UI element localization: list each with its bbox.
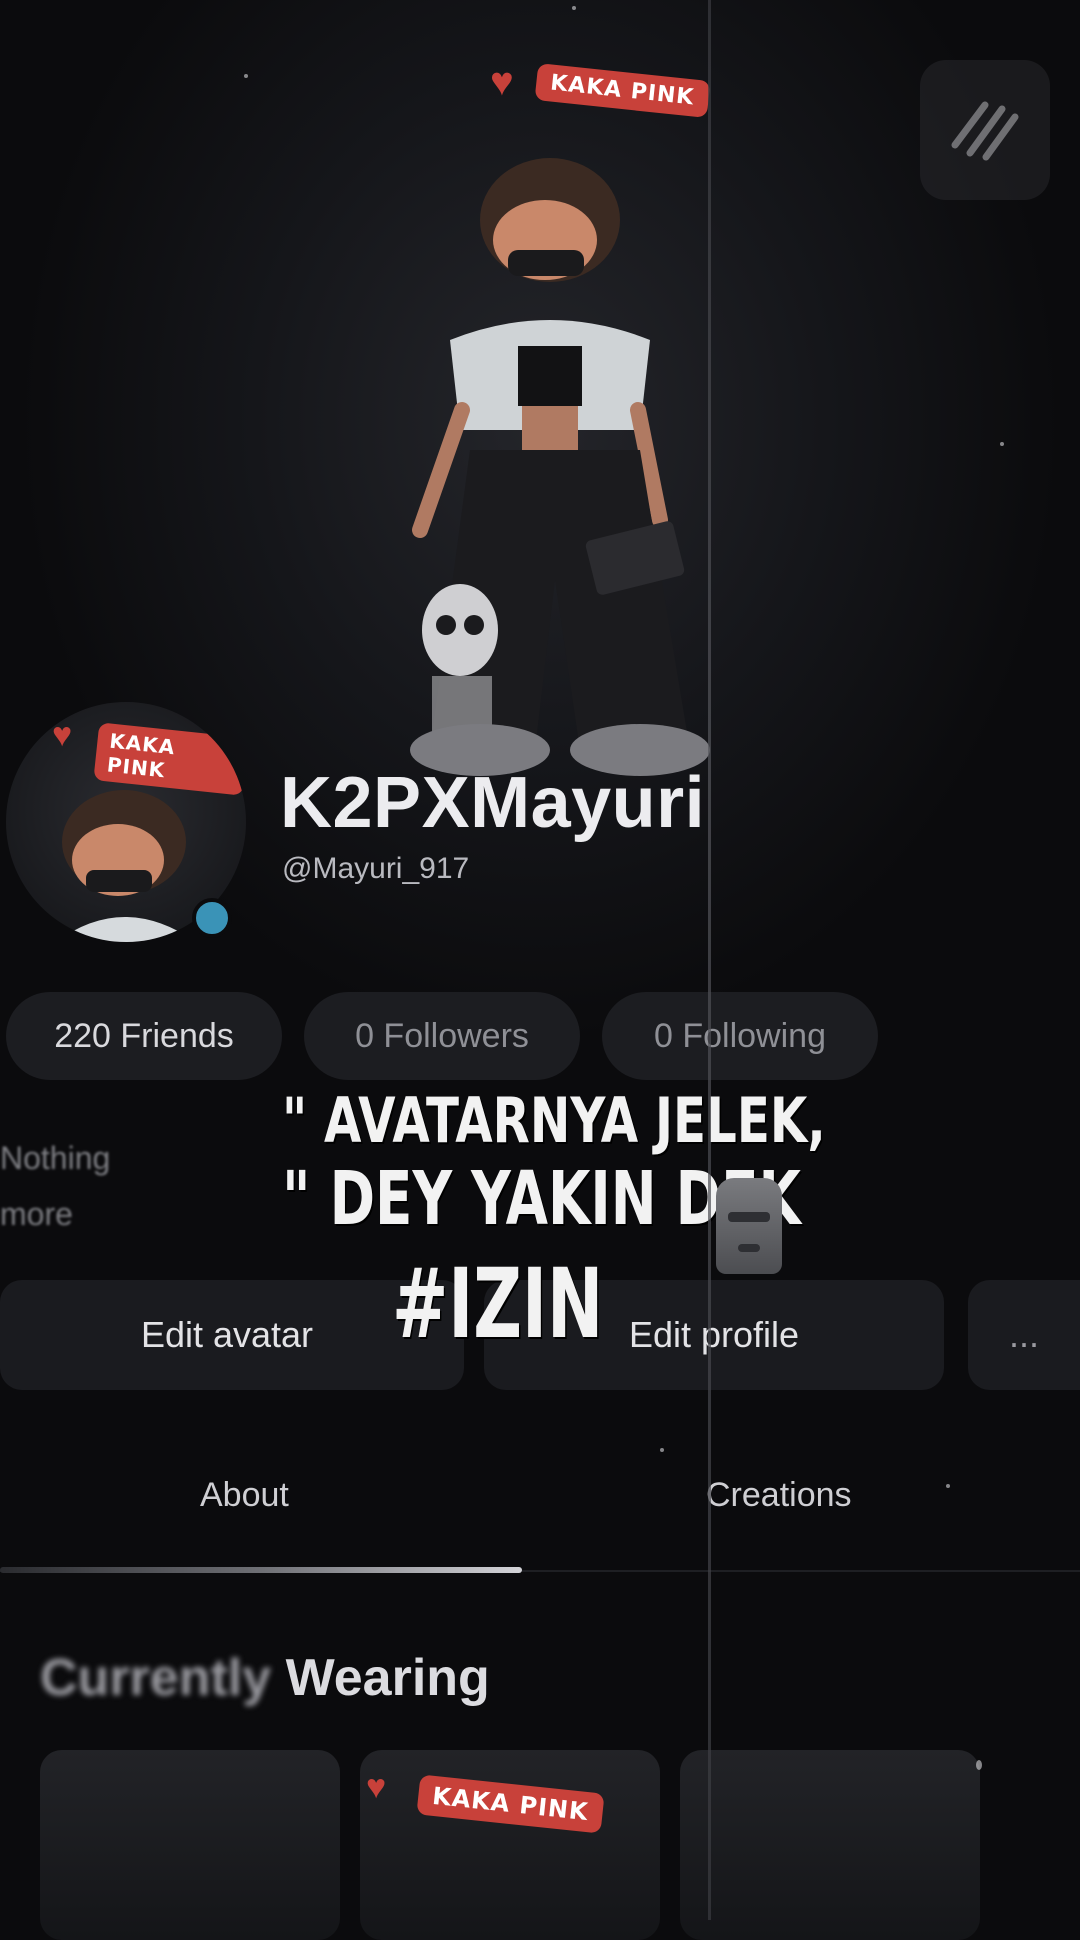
online-status-icon <box>192 898 232 938</box>
display-name: K2PXMayuri <box>280 763 706 843</box>
friends-label: 220 Friends <box>54 1016 234 1055</box>
more-options-button[interactable]: ... <box>968 1280 1080 1390</box>
sparkle <box>572 6 576 10</box>
caption-line-3: #IZIN <box>392 1248 604 1360</box>
pencil-lines-icon <box>951 101 1019 161</box>
top-right-button[interactable] <box>920 60 1050 200</box>
heart-icon: ♥ <box>366 1768 387 1806</box>
following-button[interactable]: 0 Following <box>602 992 878 1080</box>
wearing-item-card[interactable]: ♥ KAKA PINK <box>360 1750 660 1940</box>
friends-button[interactable]: 220 Friends <box>6 992 282 1080</box>
sparkle <box>244 74 248 78</box>
wearing-item-card[interactable] <box>40 1750 340 1940</box>
followers-label: 0 Followers <box>355 1016 529 1055</box>
bio-text: Nothing more <box>0 1130 110 1242</box>
section-title-part-1: Currently <box>40 1649 272 1707</box>
username: @Mayuri_917 <box>282 852 470 885</box>
section-title: Currently Wearing <box>40 1648 490 1708</box>
sparkle <box>976 1760 982 1770</box>
caption-line-1: " AVATARNYA JELEK, <box>282 1084 826 1157</box>
sparkle <box>946 1484 950 1488</box>
caption-line-2: " DEY YAKIN DEK <box>282 1156 801 1242</box>
more-icon: ... <box>1008 1314 1039 1355</box>
tab-about[interactable]: About <box>200 1476 289 1515</box>
tab-creations[interactable]: Creations <box>706 1476 852 1515</box>
kaka-pink-badge-card: KAKA PINK <box>416 1774 605 1834</box>
tab-indicator <box>0 1567 522 1573</box>
sparkle <box>1000 442 1004 446</box>
overlay-divider-line <box>708 0 711 1920</box>
moai-icon <box>716 1178 782 1274</box>
following-label: 0 Following <box>654 1016 826 1055</box>
bio-line-2: more <box>0 1196 73 1232</box>
followers-button[interactable]: 0 Followers <box>304 992 580 1080</box>
bio-line-1: Nothing <box>0 1140 111 1176</box>
avatar-3d-figure: ♥ KAKA PINK <box>340 60 760 780</box>
avatar-body <box>410 158 710 776</box>
heart-icon: ♥ <box>490 60 514 104</box>
sparkle <box>660 1448 664 1452</box>
wearing-item-card[interactable] <box>680 1750 980 1940</box>
section-title-part-2: Wearing <box>271 1649 490 1707</box>
